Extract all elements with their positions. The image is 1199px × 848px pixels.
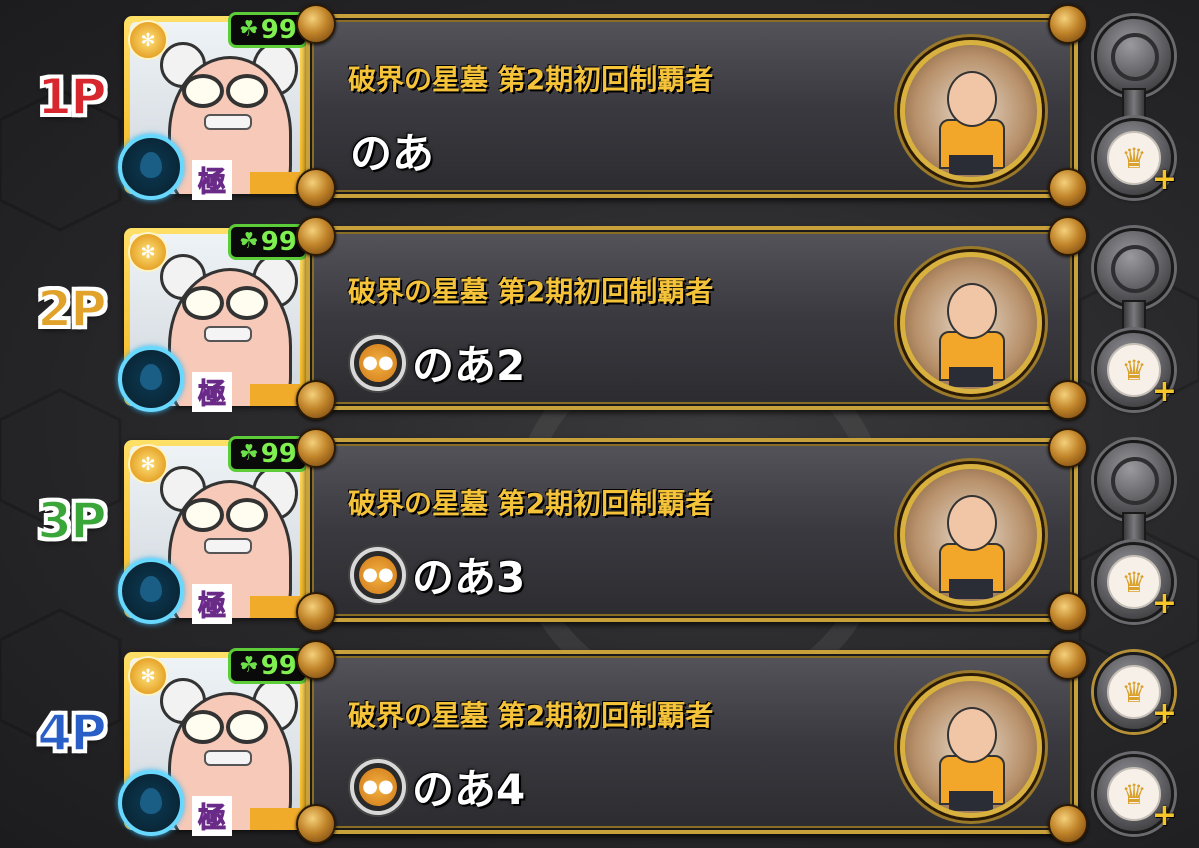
medal-icon: ✻ bbox=[128, 20, 168, 60]
corner-ornament bbox=[1048, 4, 1088, 44]
luck-value: 99 bbox=[260, 227, 297, 257]
player-label: 3P bbox=[36, 491, 107, 551]
crown-add-button[interactable]: ♛ + bbox=[1094, 118, 1177, 198]
empty-slot-button[interactable] bbox=[1094, 228, 1174, 308]
player-name-row: ●● のあ3 bbox=[350, 544, 525, 605]
player-name-row: ●● のあ4 bbox=[350, 756, 525, 817]
water-element-icon bbox=[118, 346, 184, 412]
corner-ornament bbox=[1048, 168, 1088, 208]
player-name: のあ3 bbox=[412, 553, 526, 602]
crown-add-button[interactable]: ♛ + bbox=[1094, 652, 1177, 732]
medal-icon: ✻ bbox=[128, 656, 168, 696]
clover-icon: ☘ bbox=[239, 229, 259, 254]
player-row-4: 4P ✻ ☘ 99 極 破界の星墓 第2期初回制覇者 ●● のあ4 ♛ + ♛ … bbox=[0, 636, 1199, 844]
player-avatar bbox=[900, 40, 1042, 182]
player-row-3: 3P ✻ ☘ 99 極 破界の星墓 第2期初回制覇者 ●● のあ3 ♛ + bbox=[0, 424, 1199, 632]
rarity-badge: 極 bbox=[192, 160, 232, 200]
friend-icon: ●● bbox=[350, 334, 406, 391]
player-row-1: 1P ✻ ☘ 99 極 破界の星墓 第2期初回制覇者 のあ ♛ + bbox=[0, 0, 1199, 208]
crown-add-button[interactable]: ♛ + bbox=[1094, 754, 1177, 834]
side-buttons: ♛ + bbox=[1090, 0, 1180, 198]
corner-ornament bbox=[296, 216, 336, 256]
player-title: 破界の星墓 第2期初回制覇者 bbox=[348, 699, 714, 732]
clover-icon: ☘ bbox=[239, 653, 259, 678]
water-element-icon bbox=[118, 558, 184, 624]
corner-ornament bbox=[296, 640, 336, 680]
corner-ornament bbox=[1048, 428, 1088, 468]
player-avatar bbox=[900, 252, 1042, 394]
friend-icon: ●● bbox=[350, 758, 406, 815]
player-avatar bbox=[900, 464, 1042, 606]
plus-icon: + bbox=[1151, 586, 1177, 621]
corner-ornament bbox=[296, 804, 336, 844]
player-name-row: のあ bbox=[350, 120, 434, 181]
corner-ornament bbox=[296, 428, 336, 468]
player-name: のあ2 bbox=[412, 341, 526, 390]
side-buttons: ♛ + ♛ + bbox=[1090, 636, 1180, 834]
water-element-icon bbox=[118, 134, 184, 200]
player-label: 2P bbox=[36, 279, 107, 339]
player-title: 破界の星墓 第2期初回制覇者 bbox=[348, 63, 714, 96]
player-title: 破界の星墓 第2期初回制覇者 bbox=[348, 487, 714, 520]
side-buttons: ♛ + bbox=[1090, 212, 1180, 410]
corner-ornament bbox=[1048, 592, 1088, 632]
rarity-badge: 極 bbox=[192, 584, 232, 624]
medal-icon: ✻ bbox=[128, 232, 168, 272]
empty-slot-button[interactable] bbox=[1094, 16, 1174, 96]
luck-value: 99 bbox=[260, 15, 297, 45]
player-title: 破界の星墓 第2期初回制覇者 bbox=[348, 275, 714, 308]
player-label: 4P bbox=[36, 703, 107, 763]
player-info-panel[interactable]: 破界の星墓 第2期初回制覇者 のあ bbox=[296, 4, 1088, 208]
player-info-panel[interactable]: 破界の星墓 第2期初回制覇者 ●● のあ3 bbox=[296, 428, 1088, 632]
corner-ornament bbox=[1048, 804, 1088, 844]
side-buttons: ♛ + bbox=[1090, 424, 1180, 622]
player-info-panel[interactable]: 破界の星墓 第2期初回制覇者 ●● のあ2 bbox=[296, 216, 1088, 420]
corner-ornament bbox=[296, 380, 336, 420]
corner-ornament bbox=[296, 592, 336, 632]
rarity-badge: 極 bbox=[192, 372, 232, 412]
corner-ornament bbox=[296, 4, 336, 44]
clover-icon: ☘ bbox=[239, 17, 259, 42]
player-avatar bbox=[900, 676, 1042, 818]
plus-icon: + bbox=[1151, 696, 1177, 731]
rarity-badge: 極 bbox=[192, 796, 232, 836]
corner-ornament bbox=[296, 168, 336, 208]
crown-add-button[interactable]: ♛ + bbox=[1094, 330, 1177, 410]
plus-icon: + bbox=[1151, 162, 1177, 197]
player-row-2: 2P ✻ ☘ 99 極 破界の星墓 第2期初回制覇者 ●● のあ2 ♛ + bbox=[0, 212, 1199, 420]
plus-icon: + bbox=[1151, 374, 1177, 409]
player-name-row: ●● のあ2 bbox=[350, 332, 525, 393]
player-name: のあ4 bbox=[412, 765, 526, 814]
corner-ornament bbox=[1048, 640, 1088, 680]
empty-slot-button[interactable] bbox=[1094, 440, 1174, 520]
medal-icon: ✻ bbox=[128, 444, 168, 484]
luck-value: 99 bbox=[260, 651, 297, 681]
crown-add-button[interactable]: ♛ + bbox=[1094, 542, 1177, 622]
player-label: 1P bbox=[36, 67, 107, 127]
friend-icon: ●● bbox=[350, 546, 406, 603]
player-info-panel[interactable]: 破界の星墓 第2期初回制覇者 ●● のあ4 bbox=[296, 640, 1088, 844]
water-element-icon bbox=[118, 770, 184, 836]
luck-value: 99 bbox=[260, 439, 297, 469]
player-name: のあ bbox=[350, 129, 435, 178]
corner-ornament bbox=[1048, 380, 1088, 420]
corner-ornament bbox=[1048, 216, 1088, 256]
clover-icon: ☘ bbox=[239, 441, 259, 466]
plus-icon: + bbox=[1151, 798, 1177, 833]
